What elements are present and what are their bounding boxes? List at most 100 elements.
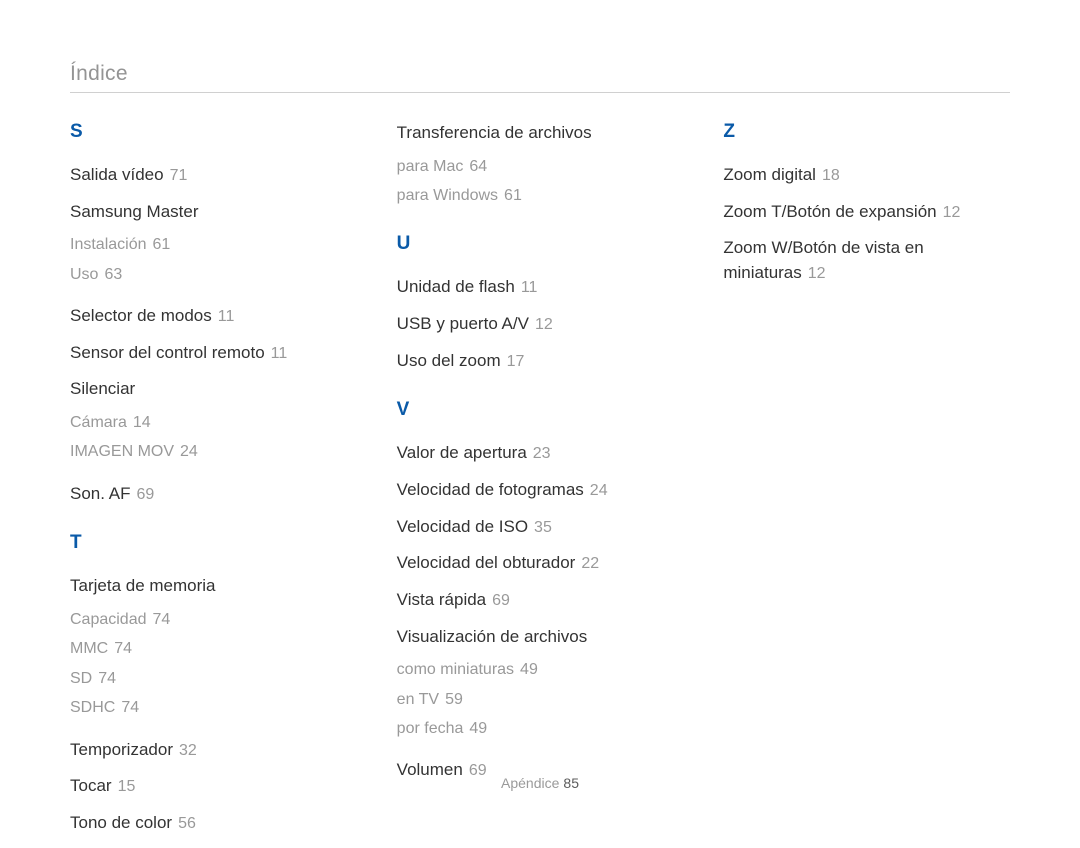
index-page-number: 24 (174, 443, 198, 460)
index-page-number: 63 (98, 266, 122, 283)
index-page-number: 24 (584, 482, 608, 499)
index-page-number: 74 (92, 670, 116, 687)
index-entry-label: Salida vídeo (70, 165, 164, 184)
index-page-number: 11 (515, 279, 538, 296)
index-entry-group: Transferencia de archivos para Mac64 par… (397, 121, 684, 207)
index-entry-label: Velocidad del obturador (397, 553, 576, 572)
index-page-number: 69 (130, 486, 154, 503)
index-entry-label: Sensor del control remoto (70, 343, 265, 362)
index-page-number: 14 (127, 414, 151, 431)
index-entry: USB y puerto A/V12 (397, 312, 684, 337)
index-entry: Vista rápida69 (397, 588, 684, 613)
index-sub-label: Cámara (70, 414, 127, 431)
index-sub-entry: MMC74 (70, 638, 357, 660)
index-page-number: 71 (164, 167, 188, 184)
index-entry: Son. AF69 (70, 482, 357, 507)
index-entry: Velocidad de fotogramas24 (397, 478, 684, 503)
page-footer: Apéndice85 (0, 775, 1080, 791)
index-entry-label: Zoom digital (723, 165, 816, 184)
index-page-number: 12 (529, 316, 553, 333)
index-entry: Zoom W/Botón de vista en miniaturas12 (723, 236, 1010, 285)
index-entry: Velocidad del obturador22 (397, 551, 684, 576)
index-sub-label: SDHC (70, 699, 115, 716)
footer-section: Apéndice (501, 775, 559, 791)
title-divider (70, 92, 1010, 93)
index-page-number: 59 (439, 691, 463, 708)
index-page-number: 74 (147, 611, 171, 628)
index-entry-group: Tarjeta de memoria Capacidad74 MMC74 SD7… (70, 574, 357, 719)
index-column-1: S Salida vídeo71 Samsung Master Instalac… (70, 121, 357, 848)
index-entry-label: Son. AF (70, 484, 130, 503)
index-entry-label: Uso del zoom (397, 351, 501, 370)
index-entry: Silenciar (70, 377, 357, 402)
index-entry-label: Velocidad de ISO (397, 517, 528, 536)
letter-heading-v: V (397, 399, 684, 421)
index-sub-entry: para Windows61 (397, 185, 684, 207)
index-entry-group: Silenciar Cámara14 IMAGEN MOV24 (70, 377, 357, 463)
index-entry-label: Selector de modos (70, 306, 212, 325)
index-sub-entry: por fecha49 (397, 718, 684, 740)
letter-heading-z: Z (723, 121, 1010, 143)
index-page-number: 23 (527, 445, 551, 462)
index-sub-entry: Cámara14 (70, 412, 357, 434)
index-page-number: 56 (172, 815, 196, 832)
index-sub-entry: Uso63 (70, 264, 357, 286)
index-entry: Zoom T/Botón de expansión12 (723, 200, 1010, 225)
index-sub-label: Capacidad (70, 611, 147, 628)
index-entry: Sensor del control remoto11 (70, 341, 357, 366)
index-sub-entry: en TV59 (397, 689, 684, 711)
index-sub-entry: SD74 (70, 668, 357, 690)
index-entry-group: Visualización de archivos como miniatura… (397, 625, 684, 741)
index-page-number: 74 (108, 640, 132, 657)
index-entry: Velocidad de ISO35 (397, 515, 684, 540)
index-entry-label: Valor de apertura (397, 443, 527, 462)
index-entry: Transferencia de archivos (397, 121, 684, 146)
index-sub-label: como miniaturas (397, 661, 514, 678)
index-sub-entry: como miniaturas49 (397, 659, 684, 681)
index-page-number: 17 (501, 353, 525, 370)
index-sub-entry: Instalación61 (70, 234, 357, 256)
index-page-number: 22 (575, 555, 599, 572)
index-sub-entry: SDHC74 (70, 697, 357, 719)
index-entry: Unidad de flash11 (397, 275, 684, 300)
index-sub-label: SD (70, 670, 92, 687)
index-page-number: 35 (528, 519, 552, 536)
index-entry: Temporizador32 (70, 738, 357, 763)
index-entry-label: USB y puerto A/V (397, 314, 529, 333)
index-entry: Tarjeta de memoria (70, 574, 357, 599)
index-sub-label: IMAGEN MOV (70, 443, 174, 460)
index-entry-group: Samsung Master Instalación61 Uso63 (70, 200, 357, 286)
letter-heading-u: U (397, 233, 684, 255)
index-entry-label: Velocidad de fotogramas (397, 480, 584, 499)
index-sub-label: Uso (70, 266, 98, 283)
index-page-number: 74 (115, 699, 139, 716)
index-entry-label: Temporizador (70, 740, 173, 759)
index-page-number: 12 (937, 204, 961, 221)
index-entry: Valor de apertura23 (397, 441, 684, 466)
index-sub-label: en TV (397, 691, 439, 708)
index-sub-label: MMC (70, 640, 108, 657)
index-entry-label: Vista rápida (397, 590, 486, 609)
index-page-number: 11 (212, 308, 235, 325)
index-column-2: Transferencia de archivos para Mac64 par… (397, 121, 684, 848)
index-sub-entry: para Mac64 (397, 156, 684, 178)
index-page-number: 61 (147, 236, 171, 253)
index-sub-entry: IMAGEN MOV24 (70, 441, 357, 463)
index-sub-label: para Mac (397, 158, 464, 175)
index-page-number: 49 (463, 720, 487, 737)
index-entry: Samsung Master (70, 200, 357, 225)
index-sub-label: para Windows (397, 187, 498, 204)
index-sub-label: Instalación (70, 236, 147, 253)
index-page-number: 12 (802, 265, 826, 282)
index-columns: S Salida vídeo71 Samsung Master Instalac… (70, 121, 1010, 848)
index-sub-label: por fecha (397, 720, 464, 737)
index-page-number: 11 (265, 345, 288, 362)
index-entry: Selector de modos11 (70, 304, 357, 329)
index-entry: Uso del zoom17 (397, 349, 684, 374)
index-page-number: 69 (486, 592, 510, 609)
index-entry: Zoom digital18 (723, 163, 1010, 188)
page-title: Índice (70, 62, 1010, 86)
footer-page-number: 85 (559, 775, 579, 791)
index-entry: Salida vídeo71 (70, 163, 357, 188)
letter-heading-t: T (70, 532, 357, 554)
